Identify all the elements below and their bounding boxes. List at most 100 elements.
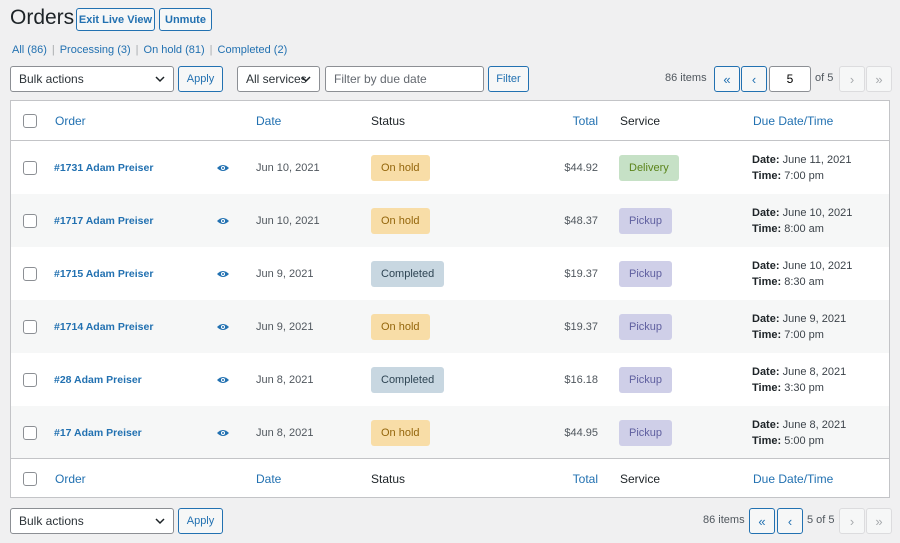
status-badge: Completed (371, 366, 445, 393)
table-row: #1714 Adam Preiser Jun 9, 2021 On hold $… (11, 300, 889, 353)
table-header: Order Date Status Total Service Due Date… (11, 101, 889, 141)
due-date-time: Date: June 11, 2021 Time: 7:00 pm (752, 153, 852, 182)
order-total: $48.37 (564, 214, 598, 227)
prev-page-button[interactable]: ‹ (741, 66, 767, 92)
page-indicator: 5 of 5 (807, 514, 835, 526)
table-row: #1717 Adam Preiser Jun 10, 2021 On hold … (11, 194, 889, 247)
select-all-checkbox[interactable] (23, 471, 37, 486)
page-title: Orders (10, 6, 75, 29)
last-page-button: » (866, 66, 892, 92)
row-checkbox[interactable] (23, 425, 37, 440)
column-service: Service (620, 113, 661, 128)
filter-on-hold[interactable]: On hold (81) (144, 44, 205, 56)
chevron-down-icon (155, 76, 165, 83)
order-link[interactable]: #17 Adam Preiser (54, 427, 142, 439)
preview-eye-icon[interactable] (216, 269, 230, 279)
column-order[interactable]: Order (55, 472, 86, 486)
order-date: Jun 9, 2021 (256, 320, 314, 333)
due-date-time: Date: June 8, 2021 Time: 3:30 pm (752, 365, 847, 394)
bulk-actions-select[interactable]: Bulk actions (10, 508, 174, 534)
status-badge: Completed (371, 260, 445, 287)
first-page-button[interactable]: « (749, 508, 775, 534)
order-link[interactable]: #1714 Adam Preiser (54, 321, 153, 333)
apply-button[interactable]: Apply (178, 508, 223, 534)
exit-live-view-button[interactable]: Exit Live View (76, 8, 155, 31)
total-pages: of 5 (815, 72, 834, 84)
order-total: $19.37 (564, 267, 598, 280)
items-count: 86 items (665, 72, 707, 84)
last-page-button: » (866, 508, 892, 534)
due-date-time: Date: June 10, 2021 Time: 8:30 am (752, 259, 853, 288)
order-date: Jun 8, 2021 (256, 373, 314, 386)
due-date-time: Date: June 8, 2021 Time: 5:00 pm (752, 418, 847, 447)
column-due[interactable]: Due Date/Time (753, 114, 833, 128)
status-badge: On hold (371, 419, 430, 446)
order-date: Jun 10, 2021 (256, 161, 320, 174)
orders-table: Order Date Status Total Service Due Date… (10, 100, 890, 498)
column-status: Status (371, 113, 406, 128)
column-order[interactable]: Order (55, 114, 86, 128)
order-date: Jun 10, 2021 (256, 214, 320, 227)
table-row: #1731 Adam Preiser Jun 10, 2021 On hold … (11, 141, 889, 194)
service-badge: Pickup (619, 313, 673, 340)
column-date[interactable]: Date (256, 114, 281, 128)
prev-page-button[interactable]: ‹ (777, 508, 803, 534)
preview-eye-icon[interactable] (216, 322, 230, 332)
chevron-down-icon (301, 76, 311, 83)
due-date-time: Date: June 9, 2021 Time: 7:00 pm (752, 312, 847, 341)
column-due[interactable]: Due Date/Time (753, 472, 833, 486)
service-badge: Pickup (619, 419, 673, 446)
filter-completed[interactable]: Completed (2) (218, 44, 288, 56)
status-badge: On hold (371, 207, 430, 234)
filter-button[interactable]: Filter (488, 66, 529, 92)
row-checkbox[interactable] (23, 319, 37, 334)
order-total: $44.95 (564, 426, 598, 439)
service-badge: Pickup (619, 260, 673, 287)
column-total[interactable]: Total (573, 114, 598, 128)
preview-eye-icon[interactable] (216, 216, 230, 226)
column-service: Service (620, 471, 661, 486)
order-link[interactable]: #1717 Adam Preiser (54, 215, 153, 227)
table-row: #1715 Adam Preiser Jun 9, 2021 Completed… (11, 247, 889, 300)
unmute-button[interactable]: Unmute (159, 8, 212, 31)
select-all-checkbox[interactable] (23, 113, 37, 128)
table-row: #28 Adam Preiser Jun 8, 2021 Completed $… (11, 353, 889, 406)
preview-eye-icon[interactable] (216, 428, 230, 438)
chevron-down-icon (155, 518, 165, 525)
row-checkbox[interactable] (23, 160, 37, 175)
order-link[interactable]: #1731 Adam Preiser (54, 162, 153, 174)
first-page-button[interactable]: « (714, 66, 740, 92)
order-date: Jun 8, 2021 (256, 426, 314, 439)
order-date: Jun 9, 2021 (256, 267, 314, 280)
preview-eye-icon[interactable] (216, 375, 230, 385)
bulk-actions-select[interactable]: Bulk actions (10, 66, 174, 92)
service-badge: Delivery (619, 154, 679, 181)
service-badge: Pickup (619, 207, 673, 234)
order-total: $19.37 (564, 320, 598, 333)
filter-all[interactable]: All (86) (12, 44, 47, 56)
column-status: Status (371, 471, 406, 486)
table-row: #17 Adam Preiser Jun 8, 2021 On hold $44… (11, 406, 889, 459)
order-total: $16.18 (564, 373, 598, 386)
order-link[interactable]: #1715 Adam Preiser (54, 268, 153, 280)
row-checkbox[interactable] (23, 372, 37, 387)
status-filters: All (86) | Processing (3) | On hold (81) | Com… (12, 44, 288, 56)
filter-processing[interactable]: Processing (3) (60, 44, 131, 56)
preview-eye-icon[interactable] (216, 163, 230, 173)
apply-button[interactable]: Apply (178, 66, 223, 92)
row-checkbox[interactable] (23, 213, 37, 228)
row-checkbox[interactable] (23, 266, 37, 281)
status-badge: On hold (371, 154, 430, 181)
services-select[interactable]: All services (237, 66, 320, 92)
next-page-button: › (839, 508, 865, 534)
items-count: 86 items (703, 514, 745, 526)
table-footer: Order Date Status Total Service Due Date… (11, 458, 889, 498)
order-link[interactable]: #28 Adam Preiser (54, 374, 142, 386)
service-badge: Pickup (619, 366, 673, 393)
column-total[interactable]: Total (573, 472, 598, 486)
column-date[interactable]: Date (256, 472, 281, 486)
due-date-filter-input[interactable] (325, 66, 484, 92)
current-page-input[interactable] (769, 66, 811, 92)
due-date-time: Date: June 10, 2021 Time: 8:00 am (752, 206, 853, 235)
next-page-button: › (839, 66, 865, 92)
